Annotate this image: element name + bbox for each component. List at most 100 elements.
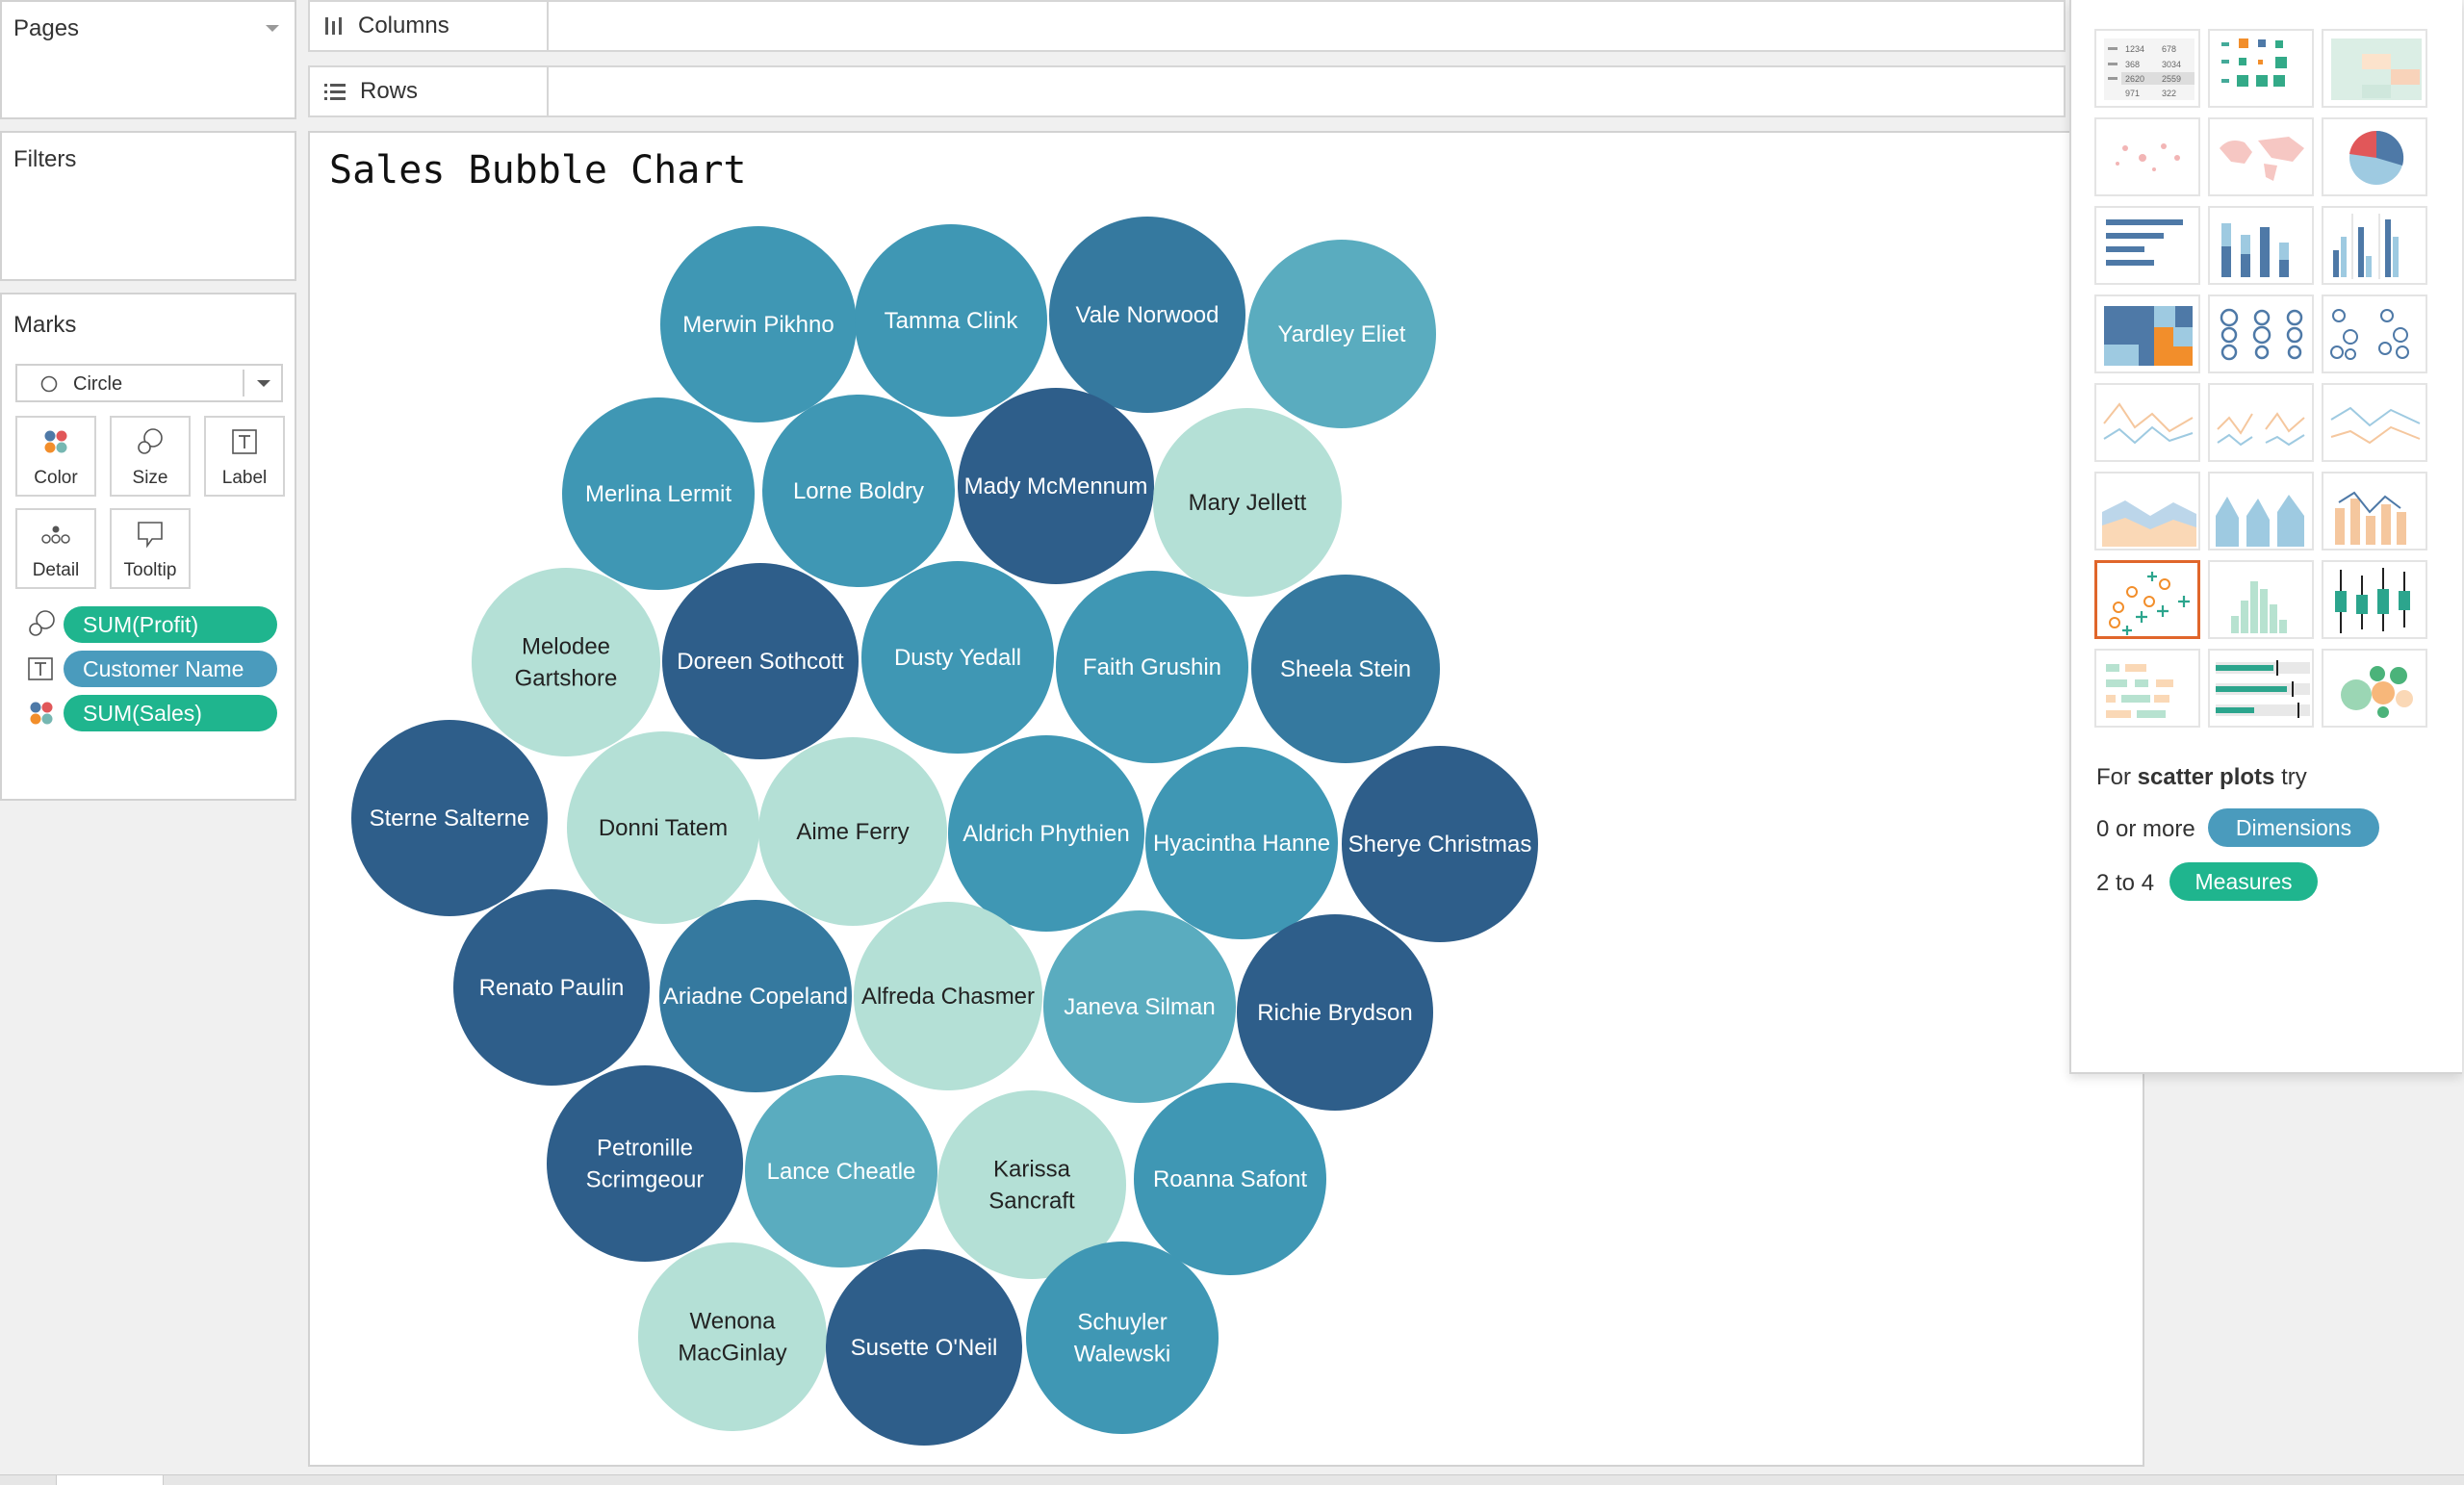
scatter-plot-thumbnail[interactable] — [2094, 560, 2200, 639]
scatter-plot-icon — [2109, 572, 2190, 635]
gantt-chart-thumbnail[interactable] — [2094, 649, 2200, 728]
show-me-hint: For scatter plots try — [2096, 764, 2307, 791]
histogram-thumbnail[interactable] — [2208, 560, 2314, 639]
treemap-thumbnail[interactable] — [2094, 294, 2200, 373]
bubble-mark[interactable]: Tamma Clink — [855, 224, 1047, 417]
bubble-mark[interactable]: Sheela Stein — [1251, 575, 1440, 763]
bubble-label: Merlina Lermit — [585, 481, 732, 507]
bubble-label: Doreen Sothcott — [677, 649, 844, 675]
measures-pill: Measures — [2169, 862, 2318, 901]
svg-text:678: 678 — [2162, 44, 2176, 54]
bubble-mark[interactable]: Ariadne Copeland — [659, 900, 852, 1092]
bubble-mark[interactable]: Roanna Safont — [1134, 1083, 1326, 1275]
bubble-mark[interactable]: Aime Ferry — [758, 737, 947, 926]
svg-text:2559: 2559 — [2162, 74, 2181, 84]
bubble-label: Mary Jellett — [1189, 490, 1307, 516]
bubble-mark[interactable]: Doreen Sothcott — [662, 563, 859, 759]
dimensions-pill-label: Dimensions — [2235, 814, 2352, 840]
bubble-mark[interactable]: Renato Paulin — [453, 889, 650, 1086]
bubble-label: Richie Brydson — [1257, 1000, 1412, 1026]
bubble-label: Vale Norwood — [1076, 302, 1219, 328]
discrete-lines-icon — [2217, 412, 2305, 447]
bullet-graph-thumbnail[interactable] — [2208, 649, 2314, 728]
filled-map-thumbnail[interactable] — [2208, 117, 2314, 196]
bubble-mark[interactable]: Mary Jellett — [1153, 408, 1342, 597]
treemap-icon — [2104, 306, 2193, 366]
bubble-mark[interactable]: Petronille Scrimgeour — [547, 1065, 743, 1262]
continuous-lines-thumbnail[interactable] — [2094, 383, 2200, 462]
horizontal-bars-icon — [2106, 219, 2183, 266]
bubble-mark[interactable]: Donni Tatem — [567, 731, 759, 924]
bubble-mark[interactable]: Melodee Gartshore — [472, 568, 660, 756]
svg-text:3034: 3034 — [2162, 60, 2181, 69]
stacked-bars-thumbnail[interactable] — [2208, 206, 2314, 285]
bubble-mark[interactable]: Mady McMennum — [958, 388, 1154, 584]
bubble-label: Hyacintha Hanne — [1153, 831, 1330, 857]
show-me-hint-for: For — [2096, 764, 2131, 790]
text-table-thumbnail[interactable]: 1234 678 368 3034 2620 2559 971 322 — [2094, 29, 2200, 108]
dual-lines-thumbnail[interactable] — [2322, 383, 2427, 462]
continuous-area-icon — [2102, 500, 2196, 547]
bubble-label: Sherye Christmas — [1348, 832, 1532, 858]
bubble-label: Susette O'Neil — [851, 1335, 998, 1361]
bubble-mark[interactable]: Sterne Salterne — [351, 720, 548, 916]
packed-bubbles-thumbnail[interactable] — [2322, 649, 2427, 728]
measures-pill-label: Measures — [2194, 868, 2293, 894]
bubble-mark[interactable]: Hyacintha Hanne — [1145, 747, 1338, 939]
continuous-area-thumbnail[interactable] — [2094, 472, 2200, 550]
highlight-table-thumbnail[interactable] — [2322, 29, 2427, 108]
bubble-circle[interactable] — [547, 1065, 743, 1262]
discrete-area-thumbnail[interactable] — [2208, 472, 2314, 550]
bubble-mark[interactable]: Yardley Eliet — [1247, 240, 1436, 428]
circle-views-thumbnail[interactable] — [2208, 294, 2314, 373]
symbol-map-thumbnail[interactable] — [2094, 117, 2200, 196]
bubble-circle[interactable] — [638, 1242, 827, 1431]
bubble-circle[interactable] — [472, 568, 660, 756]
discrete-lines-thumbnail[interactable] — [2208, 383, 2314, 462]
bubble-mark[interactable]: Lance Cheatle — [745, 1075, 937, 1267]
side-by-side-circles-icon — [2330, 309, 2409, 360]
text-table-icon: 1234 678 368 3034 2620 2559 971 322 — [2104, 38, 2194, 100]
bubble-mark[interactable]: Wenona MacGinlay — [638, 1242, 827, 1431]
bullet-graph-icon — [2216, 660, 2310, 718]
bubble-mark[interactable]: Alfreda Chasmer — [854, 902, 1042, 1090]
side-by-side-circles-thumbnail[interactable] — [2322, 294, 2427, 373]
bubble-label: Mady McMennum — [964, 474, 1148, 499]
bubble-mark[interactable]: Sherye Christmas — [1342, 746, 1538, 942]
packed-bubbles-icon — [2341, 666, 2413, 718]
bubble-label: Tamma Clink — [885, 308, 1019, 334]
bubble-mark[interactable]: Dusty Yedall — [861, 561, 1054, 754]
svg-text:1234: 1234 — [2125, 44, 2144, 54]
svg-text:971: 971 — [2125, 89, 2140, 98]
pie-chart-icon — [2349, 130, 2404, 185]
bubble-mark[interactable]: Merlina Lermit — [562, 397, 755, 590]
side-by-side-bars-icon — [2333, 214, 2399, 279]
horizontal-bars-thumbnail[interactable] — [2094, 206, 2200, 285]
bubble-circle[interactable] — [1026, 1242, 1219, 1434]
bubble-mark[interactable]: Schuyler Walewski — [1026, 1242, 1219, 1434]
bubble-mark[interactable]: Susette O'Neil — [826, 1249, 1022, 1446]
show-me-panel: 1234 678 368 3034 2620 2559 971 322 For scat… — [2069, 0, 2462, 1074]
bubble-mark[interactable]: Aldrich Phythien — [948, 735, 1144, 932]
box-and-whisker-thumbnail[interactable] — [2322, 560, 2427, 639]
svg-text:322: 322 — [2162, 89, 2176, 98]
dual-combination-thumbnail[interactable] — [2322, 472, 2427, 550]
svg-text:2620: 2620 — [2125, 74, 2144, 84]
bubble-mark[interactable]: Richie Brydson — [1237, 914, 1433, 1111]
bubble-mark[interactable]: Lorne Boldry — [762, 395, 955, 587]
bubble-mark[interactable]: Faith Grushin — [1056, 571, 1248, 763]
discrete-area-icon — [2216, 495, 2304, 547]
pie-chart-thumbnail[interactable] — [2322, 117, 2427, 196]
bubble-label: Faith Grushin — [1083, 654, 1221, 680]
dual-combination-icon — [2335, 491, 2406, 545]
bubble-label: Janeva Silman — [1064, 994, 1215, 1020]
stacked-bars-icon — [2221, 223, 2289, 277]
highlight-table-icon — [2331, 38, 2422, 100]
side-by-side-bars-thumbnail[interactable] — [2322, 206, 2427, 285]
dimensions-prefix: 0 or more — [2096, 816, 2195, 842]
heat-map-thumbnail[interactable] — [2208, 29, 2314, 108]
bubble-label: Donni Tatem — [599, 815, 728, 841]
bubble-mark[interactable]: Merwin Pikhno — [660, 226, 857, 422]
bubble-mark[interactable]: Janeva Silman — [1043, 910, 1236, 1103]
bubble-mark[interactable]: Vale Norwood — [1049, 217, 1245, 413]
